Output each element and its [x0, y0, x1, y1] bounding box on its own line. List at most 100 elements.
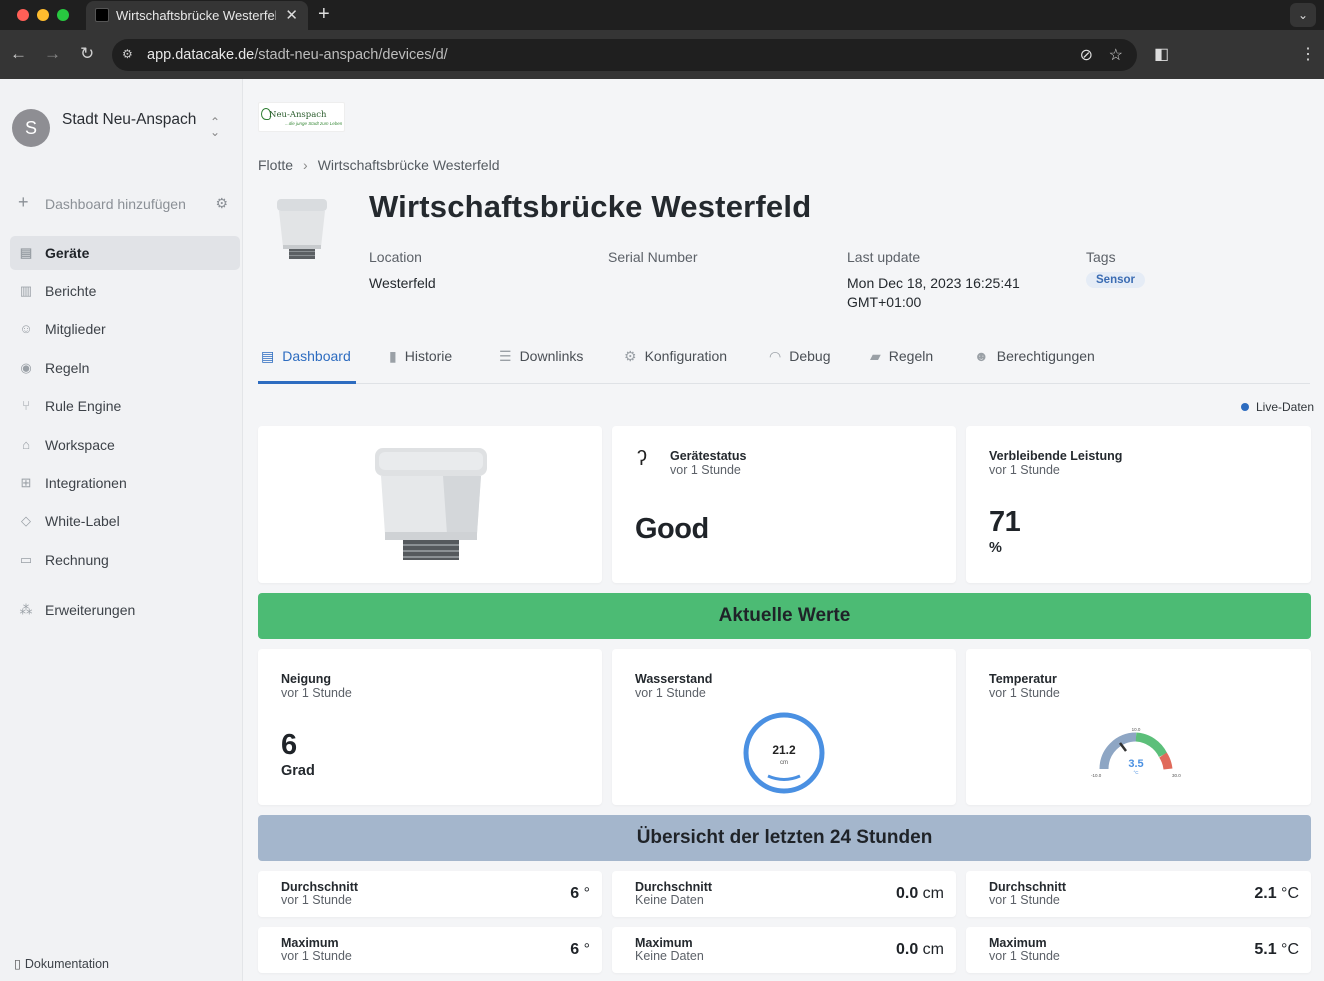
meta-last-update: Last update Mon Dec 18, 2023 16:25:41 GMT…	[847, 249, 1020, 310]
stat-subtitle: vor 1 Stunde	[281, 949, 352, 963]
temperature-gauge: 3.5 °C 10.0 -10.0 30.0	[1091, 727, 1181, 778]
meta-tags: Tags Sensor	[1086, 249, 1145, 288]
report-icon: ▥	[19, 283, 33, 298]
sidebar-item-white-label[interactable]: ◇ White-Label	[10, 504, 240, 538]
temperature-unit: °C	[1133, 770, 1139, 775]
water-level-unit: cm	[780, 760, 788, 766]
sidebar-item-rule-engine[interactable]: ⑂ Rule Engine	[10, 389, 240, 423]
site-settings-icon[interactable]: ⚙	[122, 47, 136, 61]
address-bar[interactable]: ⚙ app.datacake.de/stadt-neu-anspach/devi…	[112, 39, 1137, 71]
current-values-banner: Aktuelle Werte	[258, 593, 1311, 639]
tag-badge[interactable]: Sensor	[1086, 272, 1145, 288]
new-tab-button[interactable]: +	[318, 3, 330, 26]
chat-icon: ▰	[870, 348, 881, 364]
tab-berechtigungen[interactable]: ☻ Berechtigungen	[974, 348, 1095, 364]
org-logo: Neu-Anspach ...die junge Stadt zum Leben	[258, 102, 345, 132]
breadcrumb-current: Wirtschaftsbrücke Westerfeld	[317, 157, 500, 173]
back-icon[interactable]: ←	[10, 44, 27, 64]
overview-banner: Übersicht der letzten 24 Stunden	[258, 815, 1311, 861]
breadcrumb: Flotte › Wirtschaftsbrücke Westerfeld	[258, 157, 499, 173]
stat-subtitle: vor 1 Stunde	[281, 893, 352, 907]
favicon-icon	[95, 8, 109, 22]
billing-icon: ▭	[19, 552, 33, 567]
meta-location: Location Westerfeld	[369, 249, 436, 291]
stat-card: Durchschnitt Keine Daten 0.0 cm	[612, 871, 956, 917]
sidebar-item-label: Regeln	[45, 360, 90, 376]
stat-subtitle: Keine Daten	[635, 949, 704, 963]
sliders-icon: ☰	[499, 348, 512, 364]
tab-konfiguration[interactable]: ⚙ Konfiguration	[624, 348, 727, 365]
table-icon: ▤	[261, 348, 275, 364]
stat-value-row: 0.0 cm	[895, 885, 944, 902]
integrations-icon: ⊞	[20, 475, 32, 490]
sidebar-item-label: White-Label	[45, 513, 120, 529]
workspace-icon: ⌂	[22, 437, 30, 452]
water-level-value: 21.2	[772, 743, 796, 757]
url-text[interactable]: app.datacake.de/stadt-neu-anspach/device…	[147, 47, 448, 63]
gear-icon[interactable]: ⚙	[215, 195, 228, 212]
browser-tab[interactable]: Wirtschaftsbrücke Westerfeld ✕	[86, 1, 308, 30]
status-value: Good	[635, 513, 709, 545]
documentation-link[interactable]: ▯ Dokumentation	[14, 956, 109, 971]
card-subtitle: vor 1 Stunde	[281, 686, 352, 700]
card-subtitle: vor 1 Stunde	[670, 463, 741, 477]
temperature-scale-min: -10.0	[1091, 773, 1102, 778]
stat-value-row: 6 °	[570, 941, 590, 958]
power-value: 71	[989, 506, 1021, 538]
card-title: Wasserstand	[635, 672, 713, 686]
stat-value-row: 6 °	[570, 885, 590, 902]
stat-subtitle: Keine Daten	[635, 893, 704, 907]
side-panel-icon[interactable]: ◧	[1154, 44, 1169, 64]
temperature-value: 3.5	[1128, 758, 1143, 770]
eye-off-icon[interactable]: ⊘	[1080, 45, 1093, 65]
stat-title: Maximum	[281, 936, 339, 950]
sidebar-item-rechnung[interactable]: ▭ Rechnung	[10, 543, 240, 577]
sidebar-item-mitglieder[interactable]: ☺ Mitglieder	[10, 312, 240, 346]
device-thumbnail	[277, 199, 327, 259]
stat-card: Maximum vor 1 Stunde 6 °	[258, 927, 602, 973]
org-switcher[interactable]: S Stadt Neu-Anspach ⌃ ⌄	[12, 109, 232, 149]
close-tab-icon[interactable]: ✕	[285, 6, 298, 24]
tag-icon: ◇	[21, 513, 31, 528]
add-dashboard[interactable]: + Dashboard hinzufügen ⚙	[18, 192, 230, 215]
temperature-scale-max: 30.0	[1172, 773, 1181, 778]
sidebar-item-berichte[interactable]: ▥ Berichte	[10, 274, 240, 308]
sidebar-item-geraete[interactable]: ▤ Geräte	[10, 236, 240, 270]
sidebar-item-workspace[interactable]: ⌂ Workspace	[10, 428, 240, 462]
live-data-indicator: Live-Daten	[1241, 400, 1314, 414]
sidebar-item-label: Rule Engine	[45, 398, 122, 414]
sidebar-item-integrationen[interactable]: ⊞ Integrationen	[10, 466, 240, 500]
sidebar: S Stadt Neu-Anspach ⌃ ⌄ + Dashboard hinzu…	[0, 79, 243, 981]
stat-card: Durchschnitt vor 1 Stunde 6 °	[258, 871, 602, 917]
forward-icon[interactable]: →	[44, 44, 61, 64]
chrome-menu-icon[interactable]: ⋮	[1300, 44, 1316, 64]
tab-regeln[interactable]: ▰ Regeln	[870, 348, 933, 365]
stat-value-row: 5.1 °C	[1254, 941, 1299, 958]
close-window-button[interactable]	[17, 9, 29, 21]
maximize-window-button[interactable]	[57, 9, 69, 21]
bookmark-star-icon[interactable]: ☆	[1109, 45, 1123, 65]
minimize-window-button[interactable]	[37, 9, 49, 21]
tab-dashboard[interactable]: ▤ Dashboard	[261, 348, 351, 365]
cog-icon: ⚙	[624, 348, 637, 364]
stat-card: Maximum Keine Daten 0.0 cm	[612, 927, 956, 973]
bar-chart-icon: ▮	[389, 348, 397, 364]
card-subtitle: vor 1 Stunde	[635, 686, 706, 700]
sidebar-item-erweiterungen[interactable]: ⁂ Erweiterungen	[10, 593, 240, 627]
ear-icon: ʔ	[637, 448, 647, 470]
stat-subtitle: vor 1 Stunde	[989, 949, 1060, 963]
tab-historie[interactable]: ▮ Historie	[389, 348, 452, 365]
members-icon: ☺	[19, 321, 33, 336]
rule-engine-icon: ⑂	[22, 398, 30, 413]
tab-downlinks[interactable]: ☰ Downlinks	[499, 348, 583, 365]
tab-debug[interactable]: ◠ Debug	[769, 348, 830, 365]
tab-search-button[interactable]: ⌄	[1290, 3, 1316, 27]
device-tabs: ▤ Dashboard ▮ Historie ☰ Downlinks ⚙ Konfigu…	[258, 337, 1310, 384]
stat-title: Durchschnitt	[635, 880, 713, 894]
sidebar-item-regeln[interactable]: ◉ Regeln	[10, 351, 240, 385]
breadcrumb-flotte[interactable]: Flotte	[258, 157, 293, 173]
stat-card: Maximum vor 1 Stunde 5.1 °C	[966, 927, 1311, 973]
reload-icon[interactable]: ↻	[80, 44, 94, 64]
sidebar-item-label: Geräte	[45, 245, 90, 261]
device-status-card: ʔ Gerätestatus vor 1 Stunde Good	[612, 426, 956, 583]
